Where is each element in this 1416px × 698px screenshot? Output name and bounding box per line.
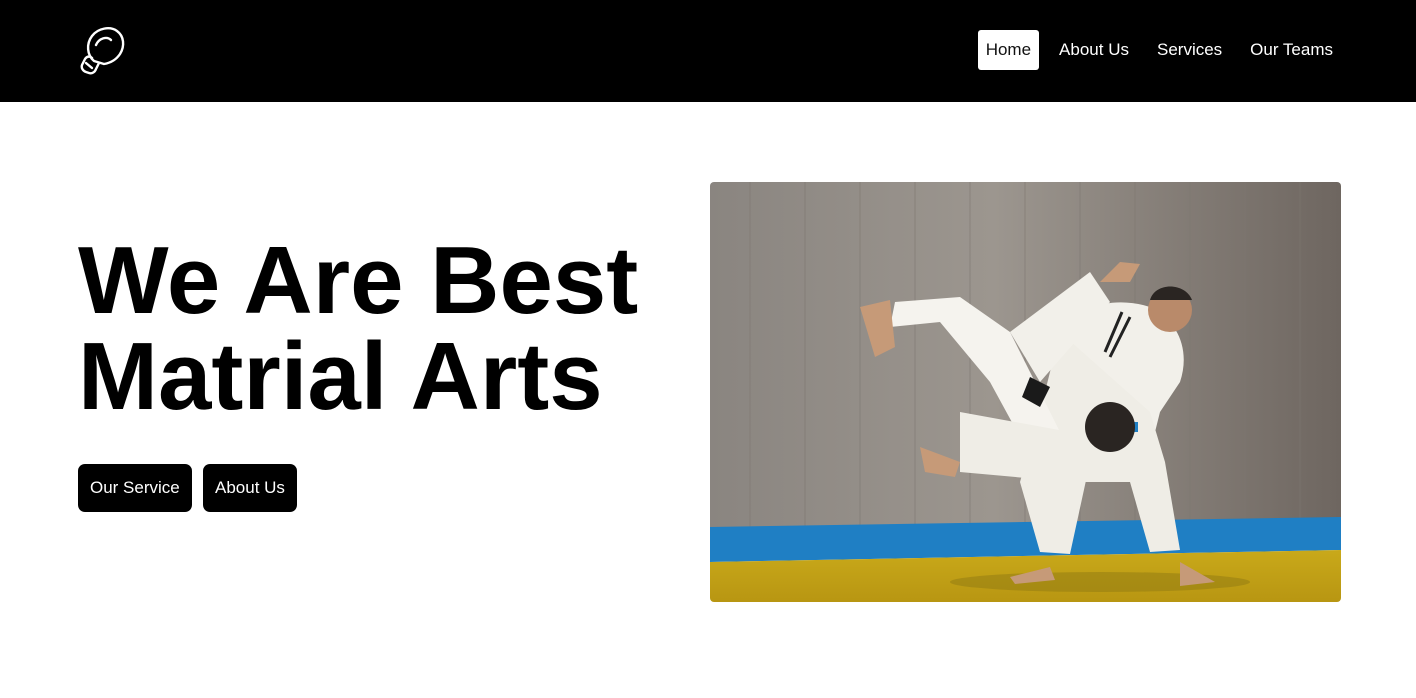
hero-title-line-1: We Are Best <box>78 227 639 334</box>
about-us-button[interactable]: About Us <box>203 464 297 512</box>
hero-title-line-2: Matrial Arts <box>78 323 603 430</box>
judo-throw-photo <box>710 182 1341 602</box>
nav-home[interactable]: Home <box>977 30 1040 70</box>
main-nav: Home About Us Services Our Teams <box>977 30 1341 70</box>
nav-our-teams[interactable]: Our Teams <box>1242 30 1341 70</box>
hero-title: We Are Best Matrial Arts <box>78 233 698 425</box>
nav-about-us[interactable]: About Us <box>1051 30 1137 70</box>
nav-services[interactable]: Services <box>1149 30 1230 70</box>
navbar: Home About Us Services Our Teams <box>0 0 1416 102</box>
our-service-button[interactable]: Our Service <box>78 464 192 512</box>
boxing-glove-icon[interactable] <box>77 25 129 75</box>
